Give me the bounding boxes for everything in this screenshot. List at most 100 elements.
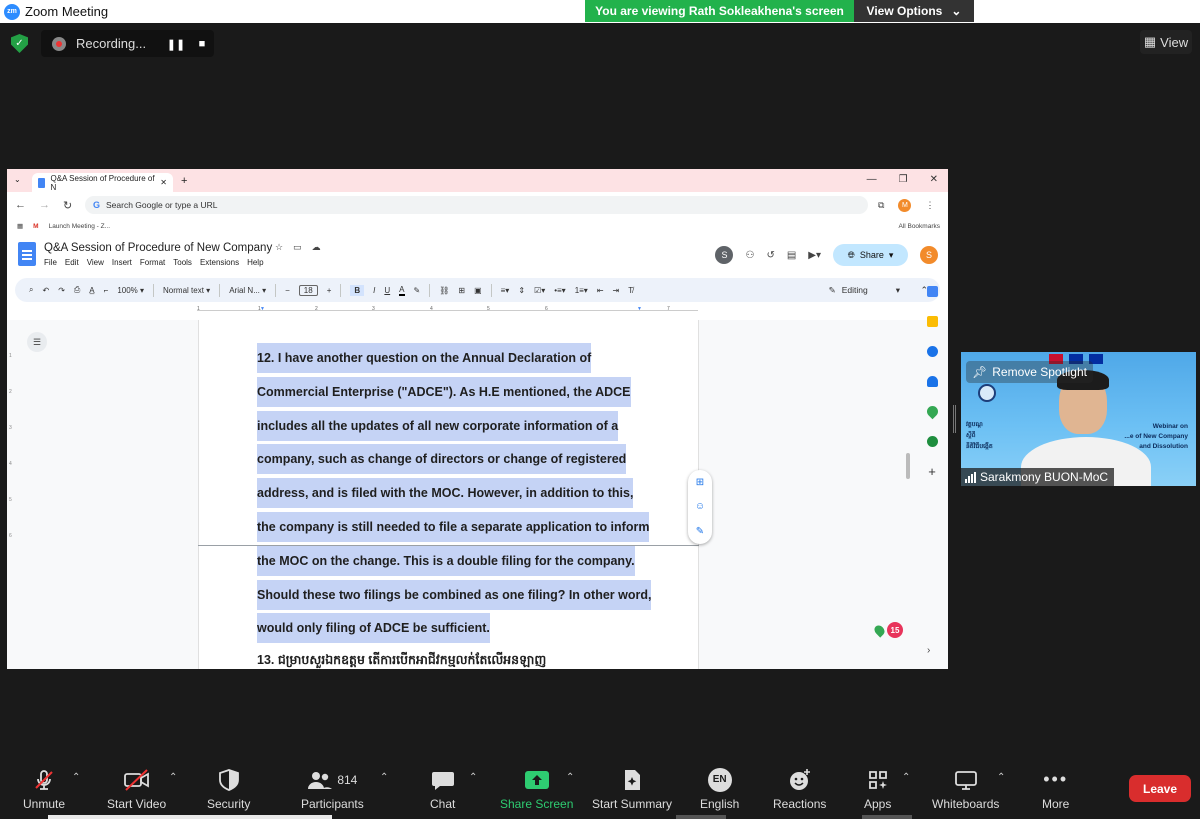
omnibox-input[interactable]: G Search Google or type a URL: [85, 196, 868, 214]
view-button[interactable]: ▦ View: [1140, 30, 1192, 54]
browser-tab[interactable]: Q&A Session of Procedure of N ✕: [32, 173, 173, 192]
highlight-icon[interactable]: ✎: [414, 286, 421, 295]
editing-mode-select[interactable]: ✎ Editing ▾: [829, 285, 900, 296]
addon-icon[interactable]: [926, 436, 938, 447]
tab-search-icon[interactable]: ⌄: [14, 175, 21, 184]
back-icon[interactable]: ←: [15, 199, 26, 212]
unmute-button[interactable]: Unmute: [23, 766, 65, 811]
encryption-shield-icon[interactable]: ✓: [11, 34, 28, 53]
version-history-icon[interactable]: ↺: [766, 250, 774, 261]
minimize-icon[interactable]: —: [867, 174, 877, 185]
new-tab-icon[interactable]: +: [181, 175, 187, 187]
font-select[interactable]: Arial N... ▾: [229, 286, 266, 295]
menu-help[interactable]: Help: [247, 258, 263, 267]
move-folder-icon[interactable]: ▭: [293, 242, 302, 253]
paint-format-icon[interactable]: ⌐: [104, 286, 109, 295]
pause-recording-button[interactable]: ❚❚: [167, 36, 185, 52]
more-button[interactable]: ••• More: [1042, 766, 1069, 811]
right-indent-marker-icon[interactable]: ▼: [637, 306, 642, 312]
maps-icon[interactable]: [924, 403, 940, 420]
forward-icon[interactable]: →: [39, 199, 50, 212]
whiteboards-button[interactable]: Whiteboards: [932, 766, 999, 811]
apps-grid-icon[interactable]: ▦: [17, 222, 23, 230]
add-comment-icon[interactable]: ⊞: [458, 286, 465, 295]
redo-icon[interactable]: ↷: [58, 286, 65, 295]
style-select[interactable]: Normal text ▾: [163, 286, 210, 295]
document-title[interactable]: Q&A Session of Procedure of New Company: [44, 242, 272, 254]
reload-icon[interactable]: ↻: [63, 199, 72, 212]
bold-icon[interactable]: B: [350, 284, 365, 296]
paragraph-12[interactable]: 12. I have another question on the Annua…: [257, 342, 657, 646]
star-icon[interactable]: ☆: [275, 242, 283, 253]
italic-icon[interactable]: I: [373, 286, 375, 295]
bookmark-launch-meeting[interactable]: Launch Meeting - Z...: [49, 223, 110, 230]
collaborator-group-icon[interactable]: ⚇: [745, 250, 754, 261]
share-button[interactable]: 🌐︎ Share ▾: [833, 244, 908, 266]
menu-extensions[interactable]: Extensions: [200, 258, 239, 267]
video-panel-resize-handle[interactable]: [953, 405, 956, 433]
font-size-input[interactable]: 18: [298, 284, 318, 296]
chat-options-caret[interactable]: ⌃: [469, 772, 477, 783]
align-icon[interactable]: ≡▾: [501, 286, 510, 295]
stop-recording-button[interactable]: ■: [193, 36, 211, 52]
contacts-icon[interactable]: [926, 376, 938, 387]
add-emoji-icon[interactable]: ☺: [695, 501, 705, 512]
share-options-caret[interactable]: ⌃: [566, 772, 574, 783]
decrease-indent-icon[interactable]: ⇤: [597, 286, 604, 295]
notification-badge[interactable]: 15: [872, 622, 903, 638]
scrollbar[interactable]: [906, 453, 910, 479]
remove-spotlight-button[interactable]: 📌︎ Remove Spotlight: [966, 361, 1093, 383]
participants-button[interactable]: 814 Participants: [301, 766, 364, 811]
menu-file[interactable]: File: [44, 258, 57, 267]
document-outline-icon[interactable]: ☰: [27, 332, 47, 352]
decrease-font-icon[interactable]: −: [285, 286, 290, 295]
extensions-icon[interactable]: ⧉: [878, 200, 884, 211]
restore-icon[interactable]: ❐: [899, 174, 908, 185]
paragraph-13[interactable]: 13. ជម្រាបសួរឯកឧត្តម តើការបើកអាជីវកម្មលក…: [257, 653, 546, 669]
cloud-status-icon[interactable]: ☁: [312, 242, 321, 253]
suggest-edits-icon[interactable]: ✎: [696, 526, 704, 537]
share-dropdown-icon[interactable]: ▾: [889, 250, 894, 261]
all-bookmarks[interactable]: All Bookmarks: [898, 223, 940, 230]
increase-indent-icon[interactable]: ⇥: [613, 286, 620, 295]
account-avatar[interactable]: S: [920, 246, 938, 264]
google-docs-logo-icon[interactable]: [18, 242, 36, 266]
share-screen-button[interactable]: Share Screen: [500, 766, 573, 811]
leave-button[interactable]: Leave: [1129, 775, 1191, 802]
horizontal-ruler[interactable]: 1 ▼ 1 2 3 4 5 6 7 ▼: [7, 306, 948, 315]
calendar-icon[interactable]: [926, 286, 938, 297]
apps-button[interactable]: Apps: [864, 766, 891, 811]
expand-panel-icon[interactable]: ›: [927, 645, 930, 656]
spellcheck-icon[interactable]: A̲: [89, 286, 94, 295]
undo-icon[interactable]: ↶: [42, 286, 49, 295]
text-color-icon[interactable]: A: [399, 285, 405, 296]
collaborator-avatar[interactable]: S: [715, 246, 734, 264]
video-options-caret[interactable]: ⌃: [169, 772, 177, 783]
zoom-select[interactable]: 100% ▾: [117, 286, 144, 295]
menu-view[interactable]: View: [87, 258, 104, 267]
audio-options-caret[interactable]: ⌃: [72, 772, 80, 783]
menu-format[interactable]: Format: [140, 258, 165, 267]
menu-insert[interactable]: Insert: [112, 258, 132, 267]
reactions-button[interactable]: Reactions: [773, 766, 826, 811]
view-options-button[interactable]: View Options ⌄: [854, 0, 974, 22]
clear-formatting-icon[interactable]: T̸: [628, 286, 633, 295]
language-button[interactable]: EN English: [700, 766, 739, 811]
underline-icon[interactable]: U: [384, 286, 390, 295]
whiteboards-options-caret[interactable]: ⌃: [997, 772, 1005, 783]
start-video-button[interactable]: Start Video: [107, 766, 166, 811]
keep-icon[interactable]: [926, 316, 938, 327]
bulleted-list-icon[interactable]: •≡▾: [554, 286, 565, 295]
spotlight-video[interactable]: វគ្គបណ្ដ ស្ដីពី នីតិវិធីបង្កើត Webinar on …: [961, 352, 1196, 486]
increase-font-icon[interactable]: +: [327, 286, 332, 295]
participants-options-caret[interactable]: ⌃: [380, 772, 388, 783]
comments-icon[interactable]: ▤: [787, 250, 796, 261]
document-canvas[interactable]: 1 2 3 4 5 6 ☰ 12. I have another questio…: [7, 320, 948, 669]
tab-close-icon[interactable]: ✕: [160, 178, 167, 187]
get-addons-icon[interactable]: +: [928, 465, 936, 478]
profile-avatar[interactable]: M: [898, 198, 912, 212]
link-icon[interactable]: ⛓: [439, 286, 449, 295]
menu-tools[interactable]: Tools: [173, 258, 192, 267]
start-summary-button[interactable]: Start Summary: [592, 766, 672, 811]
print-icon[interactable]: ⎙: [74, 285, 80, 295]
